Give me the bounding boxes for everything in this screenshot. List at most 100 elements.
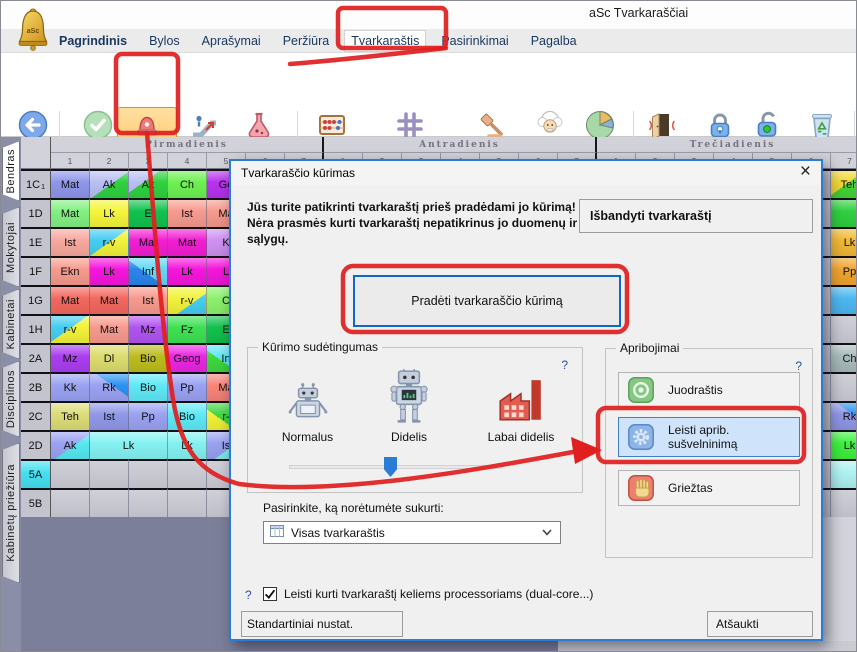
menu-pasirinkimai[interactable]: Pasirinkimai bbox=[435, 31, 514, 51]
timetable-cell[interactable]: Mat bbox=[51, 169, 90, 198]
timetable-cell-empty[interactable] bbox=[168, 459, 207, 488]
timetable-cell[interactable]: Mat bbox=[51, 285, 90, 314]
timetable-cell[interactable]: E bbox=[129, 198, 168, 227]
timetable-cell-empty[interactable] bbox=[90, 459, 129, 488]
row-label[interactable]: 5B bbox=[21, 488, 51, 517]
timetable-cell[interactable]: Lk bbox=[90, 198, 129, 227]
timetable-cell[interactable]: Teh bbox=[51, 401, 90, 430]
sidebar-tab-bendras[interactable]: Bendras bbox=[2, 141, 20, 201]
menu-tvarkarastis[interactable]: Tvarkaraštis bbox=[345, 31, 425, 51]
menu-pagrindinis[interactable]: Pagrindinis bbox=[53, 31, 133, 51]
complexity-slider[interactable] bbox=[289, 456, 502, 478]
timetable-cell[interactable]: Ist bbox=[51, 227, 90, 256]
timetable-cell[interactable]: Mz bbox=[129, 314, 168, 343]
timetable-cell[interactable]: Teh bbox=[831, 169, 857, 198]
row-label[interactable]: 5A bbox=[21, 459, 51, 488]
timetable-cell[interactable]: Ekn bbox=[51, 256, 90, 285]
row-label[interactable]: 2D bbox=[21, 430, 51, 459]
timetable-cell[interactable]: Fz bbox=[168, 314, 207, 343]
constraint-option-grie-tas[interactable]: Griežtas bbox=[618, 470, 800, 506]
timetable-cell[interactable]: Ch bbox=[168, 169, 207, 198]
timetable-cell[interactable]: Ak bbox=[90, 169, 129, 198]
timetable-cell-empty[interactable] bbox=[831, 372, 857, 401]
sidebar-tab-kabinet-prie-i-ra[interactable]: Kabinetų priežiūra bbox=[2, 443, 20, 583]
row-label[interactable]: 1E bbox=[21, 227, 51, 256]
timetable-cell[interactable] bbox=[831, 198, 857, 227]
complexity-option-1[interactable]: Normalus bbox=[260, 362, 355, 444]
timetable-cell[interactable]: Lk bbox=[831, 430, 857, 459]
defaults-button[interactable]: Standartiniai nustat. bbox=[241, 611, 403, 637]
menu-perziura[interactable]: Peržiūra bbox=[277, 31, 336, 51]
timetable-cell[interactable]: Bio bbox=[129, 343, 168, 372]
timetable-cell[interactable]: Rk bbox=[90, 372, 129, 401]
timetable-cell[interactable]: Pp bbox=[831, 256, 857, 285]
constraints-help-link[interactable]: ? bbox=[795, 359, 802, 373]
timetable-cell[interactable]: Lk bbox=[168, 256, 207, 285]
timetable-cell[interactable]: Mat bbox=[129, 227, 168, 256]
timetable-cell[interactable]: Dl bbox=[90, 343, 129, 372]
timetable-cell-empty[interactable] bbox=[831, 488, 857, 517]
create-scope-select[interactable]: Visas tvarkaraštis bbox=[263, 521, 561, 544]
timetable-cell[interactable]: Mat bbox=[51, 198, 90, 227]
timetable-cell[interactable]: Inf bbox=[129, 256, 168, 285]
timetable-cell[interactable]: Lk bbox=[168, 430, 207, 459]
timetable-cell-empty[interactable] bbox=[129, 488, 168, 517]
timetable-cell[interactable]: Bio bbox=[129, 372, 168, 401]
timetable-cell[interactable]: Pp bbox=[129, 401, 168, 430]
timetable-cell-empty[interactable] bbox=[51, 459, 90, 488]
multicore-checkbox[interactable] bbox=[263, 587, 277, 601]
menu-aprasymai[interactable]: Aprašymai bbox=[196, 31, 267, 51]
row-label[interactable]: 2C bbox=[21, 401, 51, 430]
timetable-cell[interactable]: Ch bbox=[831, 343, 857, 372]
timetable-cell[interactable]: Mat bbox=[90, 314, 129, 343]
timetable-cell[interactable]: Lk bbox=[90, 256, 129, 285]
timetable-cell[interactable]: r-v bbox=[90, 227, 129, 256]
slider-thumb[interactable] bbox=[384, 457, 397, 477]
sidebar-tab-disciplinos[interactable]: Disciplinos bbox=[2, 361, 20, 437]
complexity-option-3[interactable]: Labai didelis bbox=[463, 362, 579, 444]
timetable-cell[interactable]: Mz bbox=[51, 343, 90, 372]
row-label[interactable]: 2B bbox=[21, 372, 51, 401]
timetable-cell-empty[interactable] bbox=[90, 488, 129, 517]
multicore-help-link[interactable]: ? bbox=[245, 588, 252, 602]
timetable-cell-empty[interactable] bbox=[831, 314, 857, 343]
timetable-cell-empty[interactable] bbox=[51, 488, 90, 517]
complexity-option-2[interactable]: Didelis bbox=[358, 362, 460, 444]
row-label[interactable]: 1G bbox=[21, 285, 51, 314]
timetable-cell[interactable]: Kk bbox=[51, 372, 90, 401]
constraint-option-leisti-aprib-su-velninim-[interactable]: Leisti aprib. sušvelninimą bbox=[618, 417, 800, 457]
sidebar-tab-kabinetai[interactable]: Kabinetai bbox=[2, 289, 20, 359]
timetable-cell[interactable]: Ist bbox=[168, 198, 207, 227]
timetable-cell[interactable] bbox=[831, 459, 857, 488]
menu-pagalba[interactable]: Pagalba bbox=[525, 31, 583, 51]
start-generation-button[interactable]: Pradėti tvarkaraščio kūrimą bbox=[353, 275, 621, 327]
row-label[interactable]: 1C1 bbox=[21, 169, 51, 198]
row-label[interactable]: 1F bbox=[21, 256, 51, 285]
timetable-cell[interactable]: Mat bbox=[168, 227, 207, 256]
timetable-cell[interactable]: Geog bbox=[168, 343, 207, 372]
timetable-cell[interactable]: Mat bbox=[90, 285, 129, 314]
timetable-cell[interactable]: Rk bbox=[831, 401, 857, 430]
timetable-cell[interactable]: Ak bbox=[51, 430, 90, 459]
row-label[interactable]: 1H bbox=[21, 314, 51, 343]
timetable-cell[interactable]: r-v bbox=[51, 314, 90, 343]
cancel-button[interactable]: Atšaukti bbox=[707, 611, 813, 637]
close-icon[interactable]: × bbox=[800, 161, 811, 183]
try-timetable-button[interactable]: Išbandyti tvarkaraštį bbox=[579, 199, 813, 233]
timetable-cell[interactable]: Lk bbox=[90, 430, 168, 459]
sidebar-tab-mokytojai[interactable]: Mokytojai bbox=[2, 207, 20, 287]
constraint-option-juodra-tis[interactable]: Juodraštis bbox=[618, 372, 800, 408]
timetable-cell[interactable] bbox=[831, 285, 857, 314]
menu-bylos[interactable]: Bylos bbox=[143, 31, 186, 51]
timetable-cell[interactable]: Ak bbox=[129, 169, 168, 198]
timetable-cell[interactable]: Ist bbox=[129, 285, 168, 314]
row-label[interactable]: 1D bbox=[21, 198, 51, 227]
row-label[interactable]: 2A bbox=[21, 343, 51, 372]
timetable-cell[interactable]: Pp bbox=[168, 372, 207, 401]
timetable-cell[interactable]: Bio bbox=[168, 401, 207, 430]
timetable-cell-empty[interactable] bbox=[129, 459, 168, 488]
timetable-cell[interactable]: r-v bbox=[168, 285, 207, 314]
timetable-cell-empty[interactable] bbox=[168, 488, 207, 517]
timetable-cell[interactable]: Ist bbox=[90, 401, 129, 430]
timetable-cell[interactable]: Lk bbox=[831, 227, 857, 256]
